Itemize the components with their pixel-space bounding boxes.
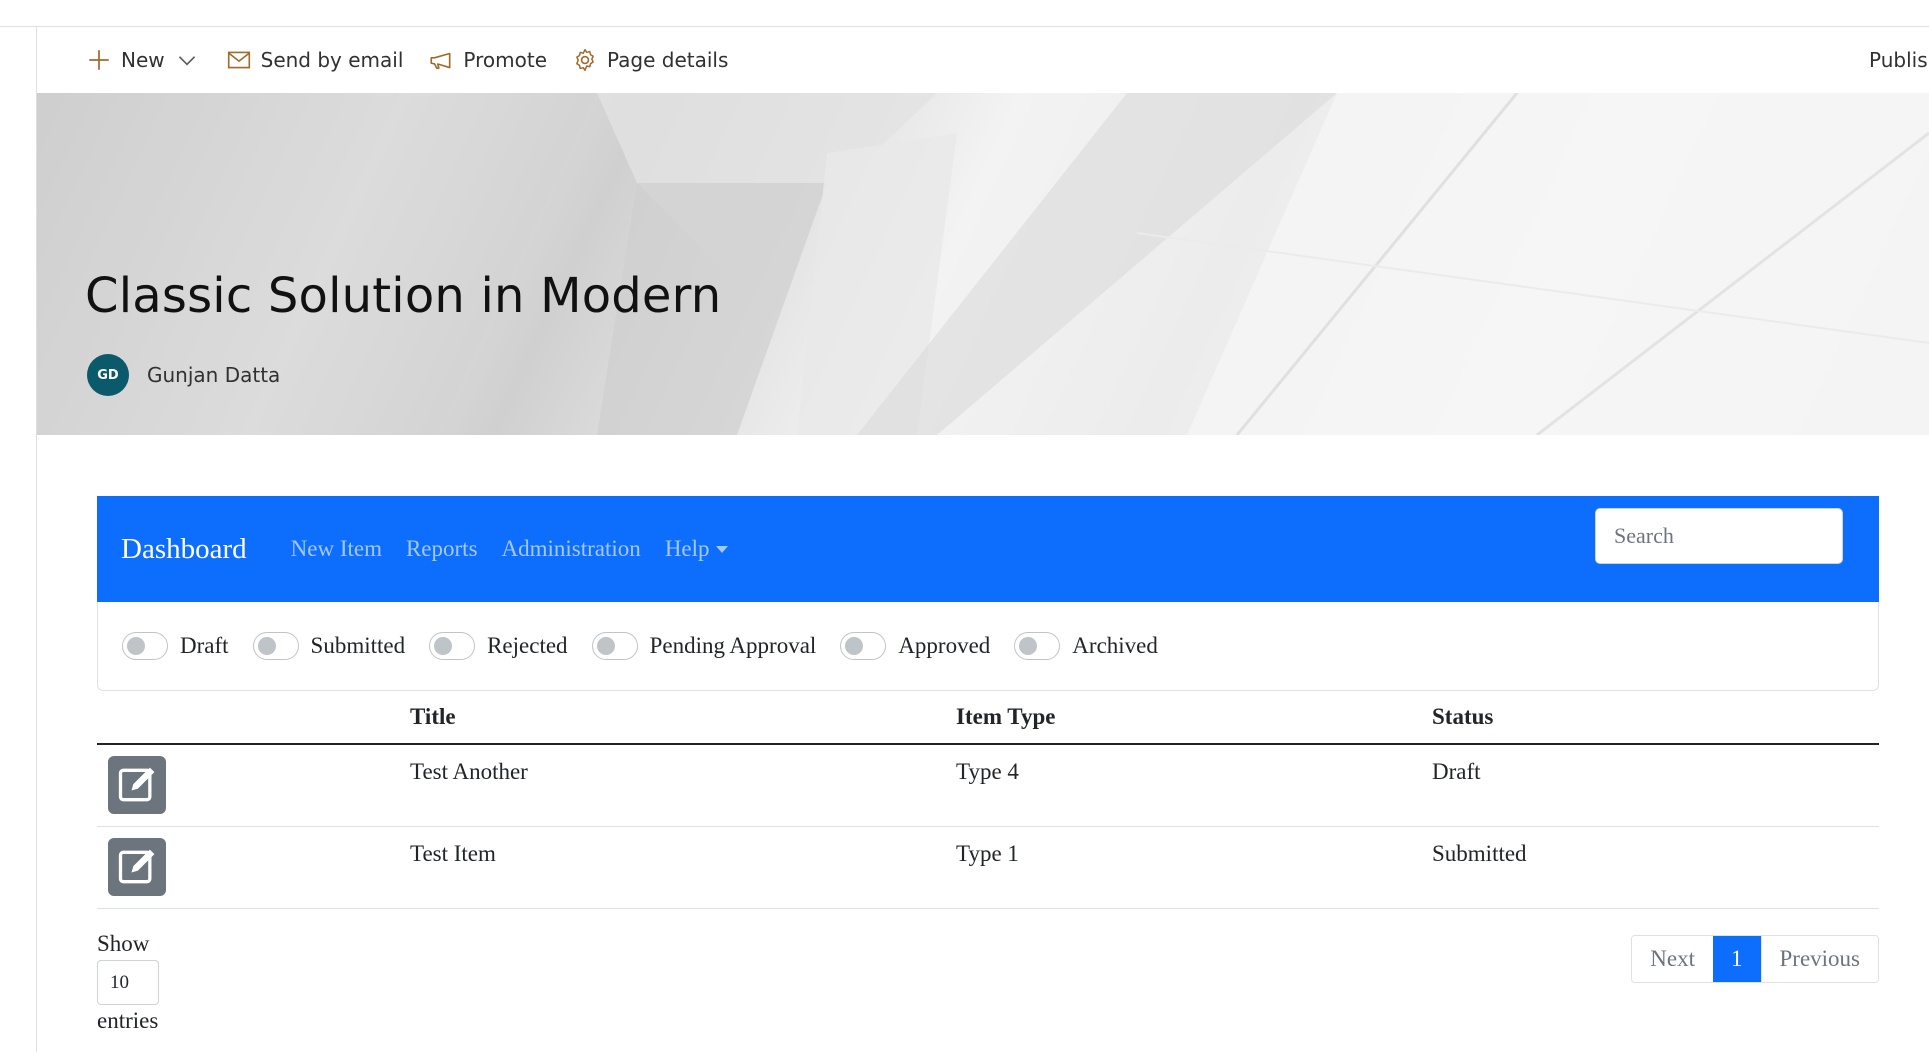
navbar-links: New Item Reports Administration Help: [267, 536, 728, 562]
send-by-email-button[interactable]: Send by email: [213, 40, 416, 80]
filter-label: Archived: [1072, 633, 1158, 658]
nav-link-reports[interactable]: Reports: [406, 536, 478, 562]
edit-button[interactable]: [108, 838, 166, 896]
new-button[interactable]: New: [73, 40, 213, 80]
previous-page-button[interactable]: Previous: [1760, 936, 1878, 982]
title-cell: Test Item: [410, 826, 956, 909]
page-details-button[interactable]: Page details: [559, 40, 740, 80]
table-footer: Show 10 entries Next 1 Previous: [97, 909, 1879, 1049]
show-label: Show: [97, 931, 150, 956]
edit-button[interactable]: [108, 756, 166, 814]
toggle-switch[interactable]: [591, 632, 638, 660]
suite-top-bar: [0, 0, 1929, 27]
filter-pending-approval[interactable]: Pending Approval: [591, 632, 817, 660]
toggle-switch[interactable]: [252, 632, 299, 660]
column-header-title[interactable]: Title: [410, 691, 956, 745]
publish-label: Publish: [1869, 47, 1929, 72]
filter-submitted[interactable]: Submitted: [252, 632, 406, 660]
command-bar: New Send by email Promote Page details P…: [37, 27, 1929, 92]
column-header-item-type[interactable]: Item Type: [956, 691, 1432, 745]
new-button-label: New: [121, 47, 165, 72]
nav-link-help: Help: [664, 536, 710, 561]
edit-icon: [118, 849, 155, 884]
filter-label: Submitted: [310, 633, 406, 658]
page-size-control: Show 10 entries: [97, 931, 159, 1034]
edit-cell: [97, 744, 410, 827]
banner-background-image: [37, 93, 1929, 435]
promote-label: Promote: [463, 47, 547, 72]
table-row: Test Item Type 1 Submitted: [97, 826, 1879, 909]
page-header-banner: Classic Solution in Modern GD Gunjan Dat…: [37, 93, 1929, 435]
nav-link-administration[interactable]: Administration: [502, 536, 641, 562]
send-by-email-label: Send by email: [260, 47, 404, 72]
edit-cell: [97, 826, 410, 909]
gear-icon: [571, 46, 599, 74]
pagination: Next 1 Previous: [1631, 935, 1879, 983]
page-size-select[interactable]: 10: [97, 960, 159, 1005]
navbar: Dashboard New Item Reports Administratio…: [97, 496, 1879, 602]
avatar: GD: [87, 354, 129, 396]
chevron-down-icon[interactable]: [173, 46, 201, 74]
column-header-status[interactable]: Status: [1432, 691, 1879, 745]
toggle-switch[interactable]: [1014, 632, 1061, 660]
entries-label: entries: [97, 1008, 159, 1033]
filter-label: Draft: [180, 633, 229, 658]
publish-button[interactable]: Publish: [1869, 27, 1929, 92]
toggle-switch[interactable]: [122, 632, 168, 660]
nav-link-new-item[interactable]: New Item: [291, 536, 382, 562]
filter-archived[interactable]: Archived: [1014, 632, 1158, 660]
dashboard-app: Dashboard New Item Reports Administratio…: [97, 496, 1879, 1049]
page-details-label: Page details: [607, 47, 729, 72]
title-cell: Test Another: [410, 744, 956, 827]
edit-icon: [118, 767, 155, 802]
filter-label: Approved: [898, 633, 991, 658]
status-filter-bar: Draft Submitted Rejected Pending Approva…: [97, 602, 1879, 691]
item-type-cell: Type 1: [956, 826, 1432, 909]
caret-down-icon: [715, 545, 728, 553]
page-1-button[interactable]: 1: [1713, 936, 1761, 982]
table-row: Test Another Type 4 Draft: [97, 744, 1879, 827]
column-header-edit: [97, 691, 410, 745]
filter-label: Rejected: [487, 633, 568, 658]
page-title: Classic Solution in Modern: [85, 268, 722, 324]
nav-dropdown-help[interactable]: Help: [665, 536, 728, 562]
promote-button[interactable]: Promote: [415, 40, 559, 80]
toggle-switch[interactable]: [429, 632, 476, 660]
filter-draft[interactable]: Draft: [122, 632, 229, 660]
status-cell: Draft: [1432, 744, 1879, 827]
items-table: Title Item Type Status Test Another Type…: [97, 691, 1879, 909]
search-input[interactable]: [1595, 508, 1843, 564]
author-name[interactable]: Gunjan Datta: [147, 363, 280, 387]
next-page-button[interactable]: Next: [1632, 936, 1713, 982]
table-header-row: Title Item Type Status: [97, 691, 1879, 745]
filter-label: Pending Approval: [649, 633, 817, 658]
mail-icon: [225, 46, 253, 74]
left-app-rail: [0, 27, 37, 1052]
author-byline[interactable]: GD Gunjan Datta: [87, 354, 280, 396]
megaphone-icon: [427, 46, 455, 74]
status-cell: Submitted: [1432, 826, 1879, 909]
toggle-switch[interactable]: [840, 632, 887, 660]
navbar-brand[interactable]: Dashboard: [121, 533, 247, 566]
filter-approved[interactable]: Approved: [840, 632, 990, 660]
filter-rejected[interactable]: Rejected: [429, 632, 568, 660]
item-type-cell: Type 4: [956, 744, 1432, 827]
plus-icon: [85, 46, 113, 74]
